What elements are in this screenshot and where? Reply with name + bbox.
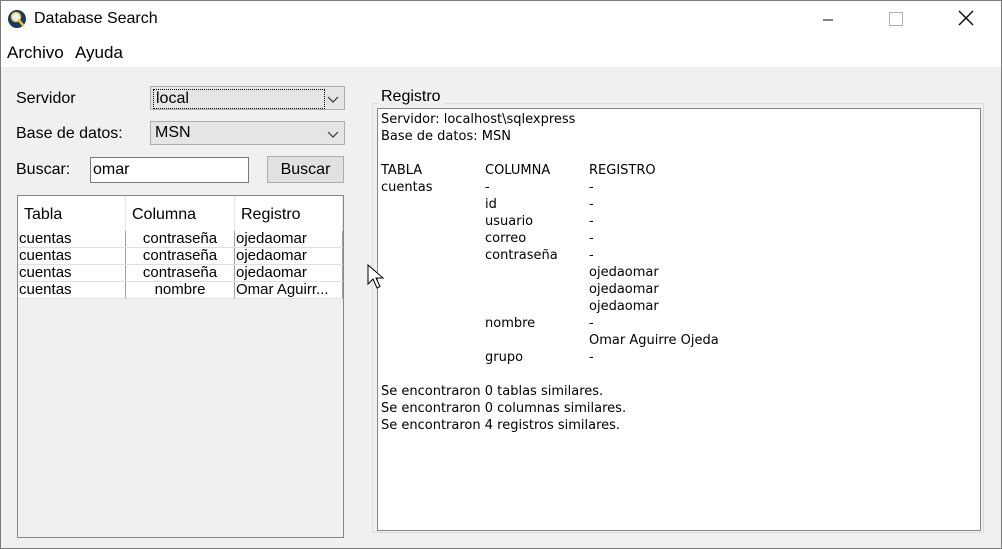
registro-line-registro: - (589, 350, 594, 365)
row-tabla: cuentas (18, 282, 126, 298)
title-bar: Database Search (1, 1, 1001, 39)
registro-line-columna: correo (485, 231, 527, 246)
registro-summary-line: Se encontraron 4 registros similares. (381, 418, 621, 433)
registro-line-registro: - (589, 214, 594, 229)
row-tabla: cuentas (18, 231, 126, 247)
registro-line-registro: ojedaomar (589, 282, 659, 297)
maximize-icon (889, 11, 903, 30)
magnifier-icon (7, 9, 27, 29)
registro-line-registro: ojedaomar (589, 265, 659, 280)
registro-line-registro: Omar Aguirre Ojeda (589, 333, 719, 348)
servidor-label: Servidor (16, 90, 76, 107)
column-header-columna[interactable]: Columna (126, 196, 235, 231)
registro-header-columna: COLUMNA (485, 163, 551, 178)
close-icon (958, 10, 974, 30)
registro-line-columna: usuario (485, 214, 534, 229)
menu-ayuda[interactable]: Ayuda (75, 43, 123, 63)
app-window: Database Search Archivo Ayuda Servidor l… (0, 0, 1002, 549)
registro-line-registro: - (589, 248, 594, 263)
row-registro: ojedaomar (235, 265, 343, 281)
buscar-label: Buscar: (16, 161, 71, 178)
row-columna: contraseña (126, 265, 235, 281)
registro-line-tabla: cuentas (381, 180, 433, 195)
minimize-icon (822, 11, 834, 30)
registro-summary-line: Se encontraron 0 columnas similares. (381, 401, 627, 416)
table-row[interactable]: cuentas contraseña ojedaomar (18, 248, 343, 265)
registro-base-line: Base de datos: MSN (381, 129, 511, 144)
registro-line-columna: contraseña (485, 248, 558, 263)
registro-line-columna: grupo (485, 350, 524, 365)
registro-textarea[interactable]: Servidor: localhost\sqlexpress Base de d… (377, 108, 981, 531)
row-registro: ojedaomar (235, 231, 343, 247)
maximize-button[interactable] (873, 1, 919, 39)
registro-line-registro: ojedaomar (589, 299, 659, 314)
column-header-tabla[interactable]: Tabla (18, 196, 126, 231)
results-rows: cuentas contraseña ojedaomar cuentas con… (18, 231, 343, 299)
registro-header-tabla: TABLA (381, 163, 423, 178)
registro-line-registro: - (589, 316, 594, 331)
search-input[interactable]: omar (90, 157, 249, 183)
servidor-value: local (153, 89, 325, 109)
table-row[interactable]: cuentas contraseña ojedaomar (18, 265, 343, 282)
registro-title: Registro (378, 88, 444, 106)
column-header-registro[interactable]: Registro (235, 196, 343, 231)
registro-line-columna: nombre (485, 316, 536, 331)
row-columna: contraseña (126, 248, 235, 264)
menu-archivo[interactable]: Archivo (7, 43, 64, 63)
registro-header-registro: REGISTRO (589, 163, 656, 178)
results-header: Tabla Columna Registro (18, 196, 343, 231)
base-datos-select[interactable]: MSN (150, 121, 345, 145)
row-registro: ojedaomar (235, 248, 343, 264)
registro-line-registro: - (589, 197, 594, 212)
table-row[interactable]: cuentas contraseña ojedaomar (18, 231, 343, 248)
registro-line-columna: - (485, 180, 490, 195)
registro-servidor-line: Servidor: localhost\sqlexpress (381, 112, 576, 127)
table-row[interactable]: cuentas nombre Omar Aguirr... (18, 282, 343, 299)
chevron-down-icon (326, 92, 340, 106)
minimize-button[interactable] (805, 1, 851, 39)
registro-line-registro: - (589, 231, 594, 246)
row-tabla: cuentas (18, 265, 126, 281)
servidor-select[interactable]: local (150, 86, 345, 110)
row-tabla: cuentas (18, 248, 126, 264)
results-listview[interactable]: Tabla Columna Registro cuentas contraseñ… (17, 195, 344, 538)
row-columna: nombre (126, 282, 235, 298)
row-registro: Omar Aguirr... (235, 282, 343, 298)
registro-line-registro: - (589, 180, 594, 195)
close-button[interactable] (943, 1, 989, 39)
registro-summary-line: Se encontraron 0 tablas similares. (381, 384, 604, 399)
window-title: Database Search (34, 10, 158, 27)
base-datos-label: Base de datos: (16, 125, 123, 142)
chevron-down-icon (326, 127, 340, 141)
base-datos-value: MSN (155, 124, 191, 141)
registro-line-columna: id (485, 197, 497, 212)
row-columna: contraseña (126, 231, 235, 247)
mouse-cursor-icon (367, 263, 385, 294)
buscar-button[interactable]: Buscar (267, 156, 344, 183)
menu-bar: Archivo Ayuda (1, 39, 1001, 67)
